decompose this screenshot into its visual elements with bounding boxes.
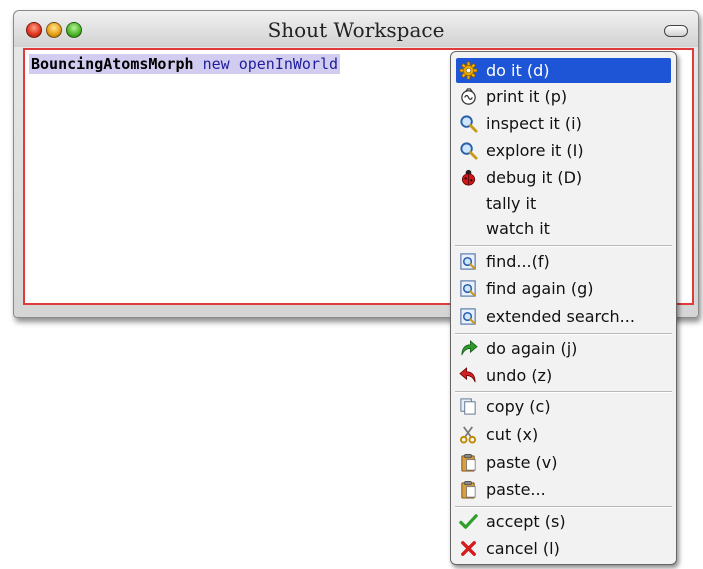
menu-item-label: undo (z) <box>486 366 553 385</box>
menu-item-label: extended search... <box>486 307 635 326</box>
menu-item-explore-it[interactable]: explore it (I) <box>456 138 671 163</box>
menu-item-copy[interactable]: copy (c) <box>456 394 671 419</box>
clipboard-icon <box>461 454 476 472</box>
code-line[interactable]: BouncingAtomsMorph new openInWorld <box>29 54 341 74</box>
context-menu: do it (d) print it (p) inspect it (i) ex… <box>450 51 677 565</box>
menu-item-tally-it[interactable]: tally it <box>456 191 671 216</box>
magnifier-icon <box>460 142 478 160</box>
menu-item-label: do again (j) <box>486 339 578 358</box>
menu-separator <box>455 391 672 393</box>
menu-item-do-it[interactable]: do it (d) <box>456 58 671 83</box>
checkmark-icon <box>459 514 478 529</box>
window-title: Shout Workspace <box>267 18 445 42</box>
menu-item-label: cancel (l) <box>486 539 560 558</box>
title-bar[interactable]: Shout Workspace <box>14 11 698 47</box>
find-icon <box>460 280 476 297</box>
scissors-icon <box>459 426 477 444</box>
menu-item-label: copy (c) <box>486 397 551 416</box>
menu-item-find-again[interactable]: find again (g) <box>456 276 671 301</box>
gear-icon <box>459 61 478 80</box>
undo-arrow-icon <box>459 367 476 383</box>
menu-item-label: paste (v) <box>486 453 558 472</box>
magnifier-icon <box>460 115 478 133</box>
menu-separator <box>455 333 672 335</box>
menu-item-print-it[interactable]: print it (p) <box>456 84 671 109</box>
menu-item-label: inspect it (i) <box>486 114 582 133</box>
menu-item-inspect-it[interactable]: inspect it (i) <box>456 111 671 136</box>
code-message: new openInWorld <box>193 55 339 73</box>
menu-item-label: tally it <box>486 194 537 213</box>
menu-item-accept[interactable]: accept (s) <box>456 509 671 534</box>
menu-item-label: watch it <box>486 219 550 238</box>
menu-separator <box>455 245 672 247</box>
redo-arrow-icon <box>461 340 478 356</box>
menu-item-debug-it[interactable]: debug it (D) <box>456 165 671 190</box>
menu-item-label: cut (x) <box>486 425 539 444</box>
menu-separator <box>455 506 672 508</box>
menu-item-label: explore it (I) <box>486 141 584 160</box>
menu-item-label: find again (g) <box>486 279 594 298</box>
code-class-name: BouncingAtomsMorph <box>31 55 194 73</box>
menu-item-watch-it[interactable]: watch it <box>456 216 671 241</box>
menu-item-label: print it (p) <box>486 87 568 106</box>
menu-item-do-again[interactable]: do again (j) <box>456 336 671 361</box>
menu-item-label: debug it (D) <box>486 168 583 187</box>
menu-item-cancel[interactable]: cancel (l) <box>456 536 671 561</box>
collapse-button[interactable] <box>664 25 688 37</box>
find-icon <box>460 308 476 325</box>
print-icon <box>461 88 476 105</box>
menu-item-paste-special[interactable]: paste... <box>456 477 671 502</box>
menu-item-undo[interactable]: undo (z) <box>456 363 671 388</box>
menu-item-find[interactable]: find...(f) <box>456 249 671 274</box>
menu-item-extended-search[interactable]: extended search... <box>456 304 671 329</box>
menu-item-label: find...(f) <box>486 252 550 271</box>
menu-item-label: paste... <box>486 480 546 499</box>
menu-item-paste[interactable]: paste (v) <box>456 450 671 475</box>
ladybug-icon <box>461 169 476 186</box>
cross-icon <box>461 541 476 556</box>
menu-item-cut[interactable]: cut (x) <box>456 422 671 447</box>
find-icon <box>460 253 476 270</box>
menu-item-label: accept (s) <box>486 512 566 531</box>
menu-item-label: do it (d) <box>486 61 550 80</box>
clipboard-icon <box>461 481 476 499</box>
copy-icon <box>460 398 476 415</box>
